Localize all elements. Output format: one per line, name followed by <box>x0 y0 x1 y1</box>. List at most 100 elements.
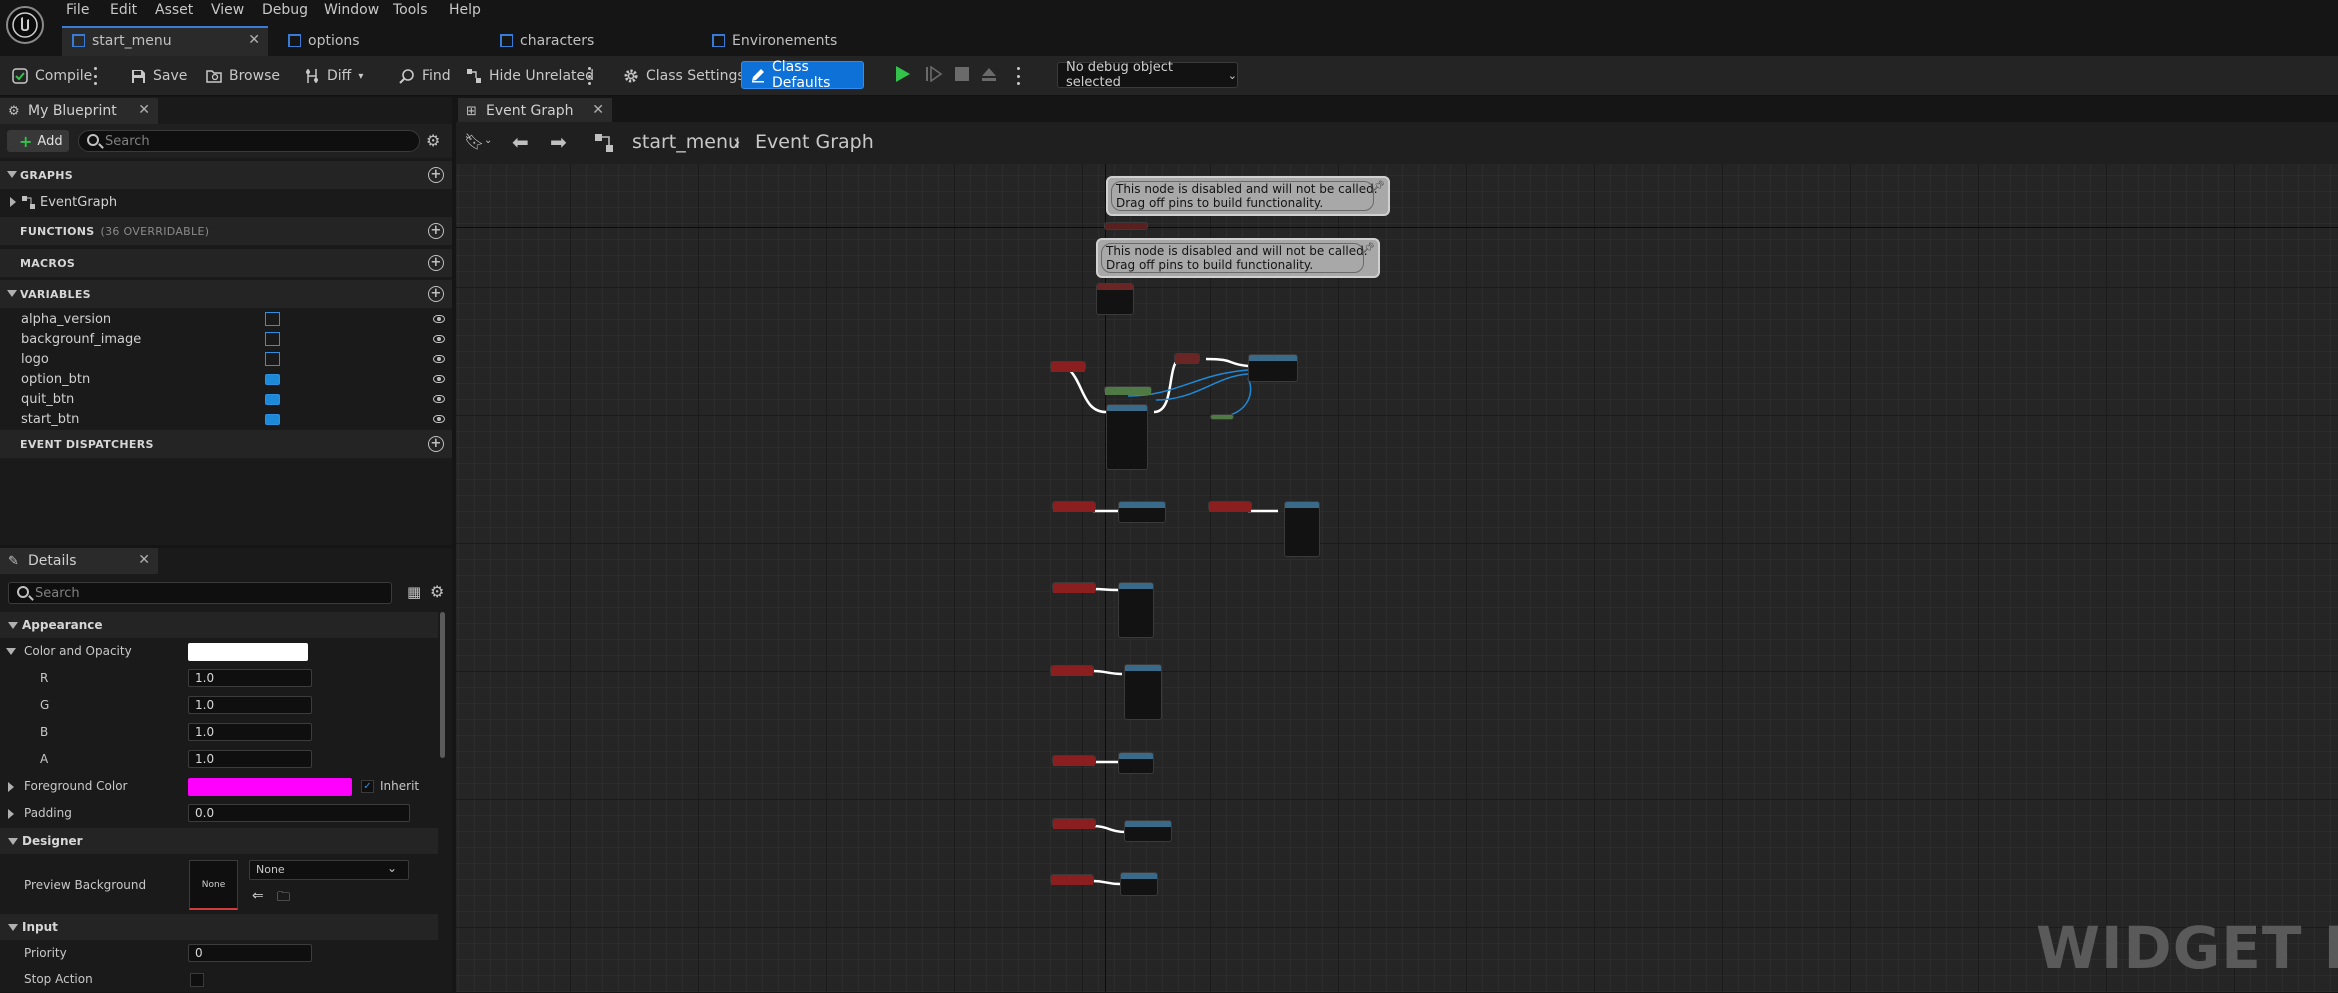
doc-tab-options[interactable]: options <box>278 26 478 56</box>
add-macro-icon[interactable]: + <box>428 255 444 271</box>
menu-debug[interactable]: Debug <box>262 2 308 18</box>
stop-icon[interactable] <box>953 66 971 82</box>
add-function-icon[interactable]: + <box>428 223 444 239</box>
add-variable-icon[interactable]: + <box>428 286 444 302</box>
close-icon[interactable]: ✕ <box>138 552 150 568</box>
details-search-input[interactable]: Search <box>8 582 392 604</box>
stop-action-checkbox[interactable] <box>190 973 204 987</box>
doc-tab-start-menu[interactable]: start_menu ✕ <box>62 26 268 56</box>
event-graph-canvas[interactable]: This node is disabled and will not be ca… <box>456 164 2338 992</box>
event-node[interactable] <box>1052 755 1096 766</box>
function-node[interactable] <box>1118 582 1154 638</box>
table-view-icon[interactable]: ▦ <box>407 583 421 601</box>
event-node[interactable] <box>1050 361 1086 372</box>
menu-file[interactable]: File <box>66 2 89 18</box>
details-scrollbar[interactable] <box>440 612 445 758</box>
close-icon[interactable]: ✕ <box>248 32 260 48</box>
chevron-down-icon[interactable]: ⌄ <box>484 135 492 146</box>
menu-help[interactable]: Help <box>449 2 481 18</box>
bookmark-icon[interactable]: 🔖︎ <box>464 132 484 151</box>
eye-icon[interactable] <box>433 415 445 423</box>
macros-header[interactable]: MACROS + <box>0 249 452 277</box>
event-node[interactable] <box>1050 665 1094 676</box>
expand-arrow-icon[interactable] <box>8 782 14 792</box>
eye-icon[interactable] <box>433 315 445 323</box>
function-node[interactable] <box>1284 501 1320 557</box>
eject-icon[interactable] <box>980 66 998 82</box>
variable-row[interactable]: logo <box>0 349 452 369</box>
function-node[interactable] <box>1120 872 1158 896</box>
class-settings-button[interactable]: Class Settings <box>617 62 751 90</box>
play-options-icon[interactable] <box>1016 67 1020 85</box>
eye-icon[interactable] <box>433 375 445 383</box>
graph-item-eventgraph[interactable]: EventGraph <box>0 192 452 212</box>
save-button[interactable]: Save <box>124 62 193 90</box>
function-node[interactable] <box>1106 404 1148 470</box>
close-icon[interactable]: ✕ <box>138 102 150 118</box>
menu-asset[interactable]: Asset <box>155 2 193 18</box>
menu-window[interactable]: Window <box>324 2 379 18</box>
doc-tab-environements[interactable]: Environements <box>702 26 902 56</box>
function-node[interactable] <box>1118 752 1154 774</box>
branch-node[interactable] <box>1174 353 1200 364</box>
functions-header[interactable]: FUNCTIONS (36 OVERRIDABLE) + <box>0 217 452 245</box>
add-graph-icon[interactable]: + <box>428 167 444 183</box>
priority-field[interactable]: 0 <box>188 944 312 962</box>
blueprint-search-input[interactable]: Search <box>78 130 420 152</box>
add-dispatcher-icon[interactable]: + <box>428 436 444 452</box>
event-node[interactable] <box>1208 501 1252 512</box>
b-value-field[interactable]: 1.0 <box>188 723 312 741</box>
compile-button[interactable]: Compile <box>6 62 98 90</box>
eye-icon[interactable] <box>433 395 445 403</box>
appearance-category[interactable]: Appearance <box>0 612 438 638</box>
function-node[interactable] <box>1104 386 1152 395</box>
graphs-header[interactable]: GRAPHS + <box>0 161 452 189</box>
function-node[interactable] <box>1124 820 1172 842</box>
variable-row[interactable]: alpha_version <box>0 309 452 329</box>
find-button[interactable]: Find <box>393 62 457 90</box>
hide-unrelated-button[interactable]: Hide Unrelated <box>460 62 600 90</box>
function-node[interactable] <box>1248 354 1298 382</box>
variable-row[interactable]: option_btn <box>0 369 452 389</box>
class-defaults-button[interactable]: Class Defaults <box>741 59 864 91</box>
breadcrumb-root[interactable]: start_menu <box>632 131 740 153</box>
hide-unrelated-options-icon[interactable] <box>587 67 591 85</box>
menu-edit[interactable]: Edit <box>110 2 137 18</box>
expand-arrow-icon[interactable] <box>8 809 14 819</box>
variable-row[interactable]: start_btn <box>0 409 452 429</box>
use-selected-asset-icon[interactable]: ⇐ <box>252 888 264 904</box>
settings-gear-icon[interactable]: ⚙ <box>426 131 440 150</box>
variables-header[interactable]: VARIABLES + <box>0 280 452 308</box>
foreground-color-swatch[interactable] <box>188 778 352 796</box>
input-category[interactable]: Input <box>0 914 438 940</box>
variable-row[interactable]: backgrounf_image <box>0 329 452 349</box>
a-value-field[interactable]: 1.0 <box>188 750 312 768</box>
browse-button[interactable]: Browse <box>200 62 286 90</box>
eye-icon[interactable] <box>433 355 445 363</box>
color-swatch[interactable] <box>188 643 308 661</box>
preview-background-select[interactable]: None <box>249 860 409 880</box>
r-value-field[interactable]: 1.0 <box>188 669 312 687</box>
tab-my-blueprint[interactable]: ⚙ My Blueprint ✕ <box>0 98 158 124</box>
collapse-arrow-icon[interactable] <box>6 648 16 655</box>
designer-category[interactable]: Designer <box>0 828 438 854</box>
event-dispatchers-header[interactable]: EVENT DISPATCHERS + <box>0 430 452 458</box>
compile-options-icon[interactable] <box>93 67 97 85</box>
forward-arrow-icon[interactable]: ➡ <box>550 130 567 154</box>
eye-icon[interactable] <box>433 335 445 343</box>
play-icon[interactable] <box>893 64 913 84</box>
function-node[interactable] <box>1124 664 1162 720</box>
close-icon[interactable]: ✕ <box>592 102 604 118</box>
diff-button[interactable]: Diff ▾ <box>298 62 369 90</box>
tab-details[interactable]: ✎ Details ✕ <box>0 548 158 574</box>
menu-view[interactable]: View <box>211 2 244 18</box>
event-node[interactable] <box>1050 874 1094 885</box>
doc-tab-characters[interactable]: characters <box>490 26 690 56</box>
variable-row[interactable]: quit_btn <box>0 389 452 409</box>
menu-tools[interactable]: Tools <box>393 2 428 18</box>
unreal-logo-icon[interactable] <box>6 6 44 44</box>
back-arrow-icon[interactable]: ⬅ <box>512 130 529 154</box>
padding-field[interactable]: 0.0 <box>188 804 410 822</box>
g-value-field[interactable]: 1.0 <box>188 696 312 714</box>
function-node[interactable] <box>1118 501 1166 523</box>
